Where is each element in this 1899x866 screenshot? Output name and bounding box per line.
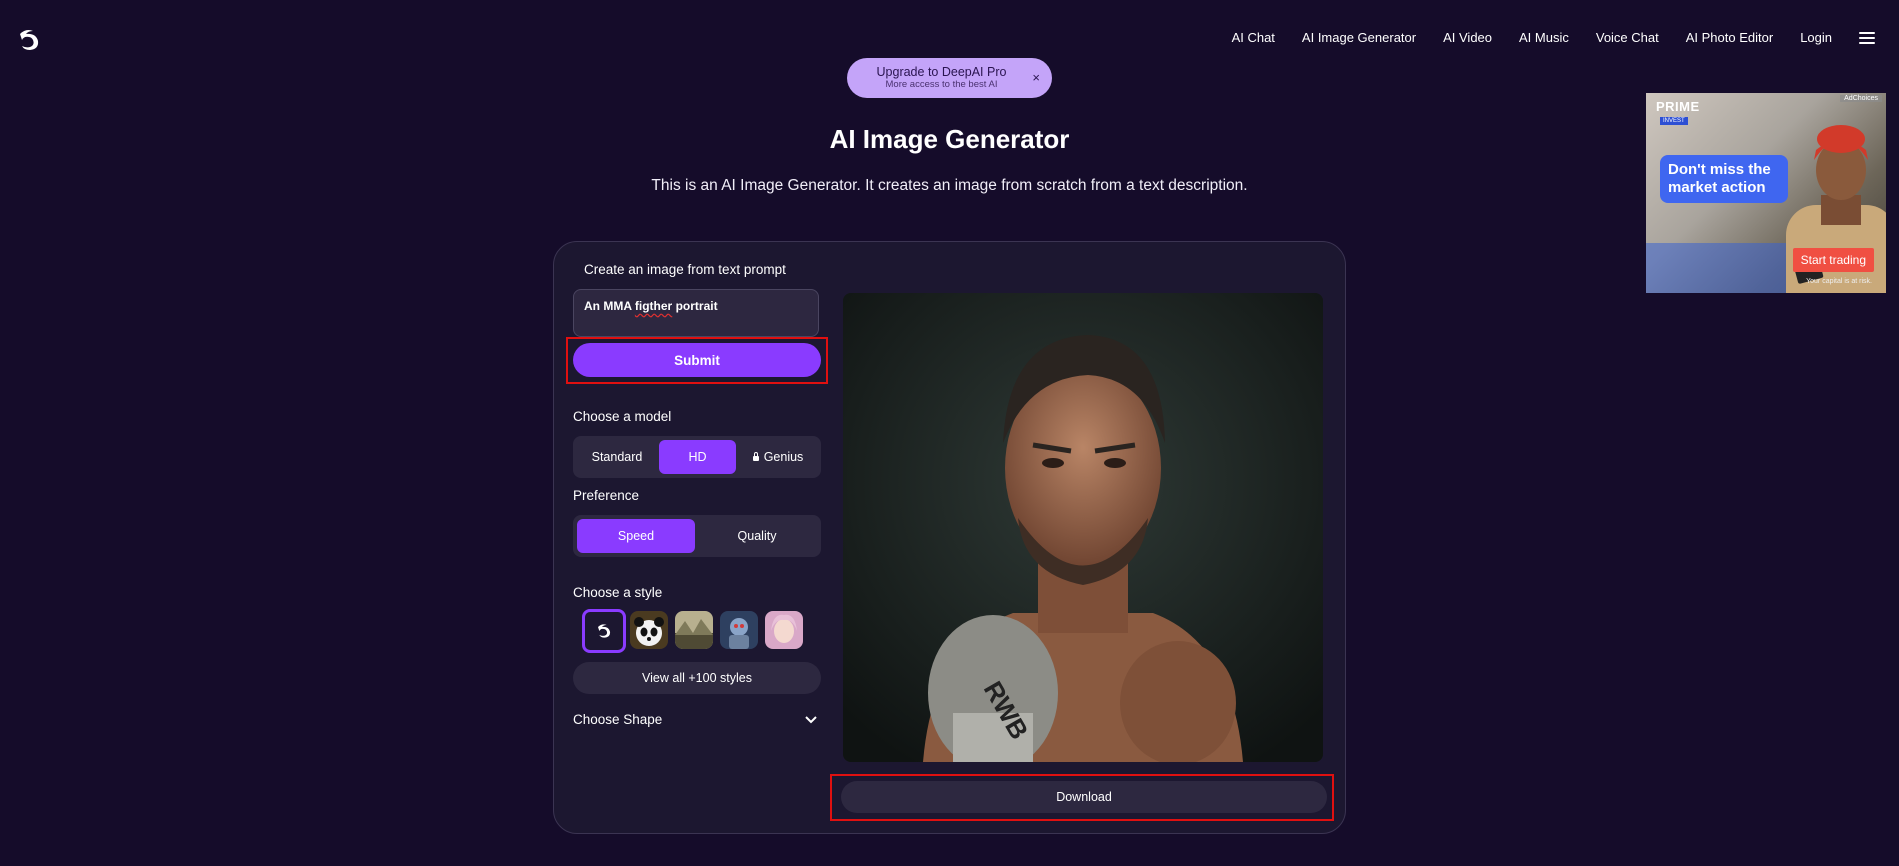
nav-ai-video[interactable]: AI Video bbox=[1443, 30, 1492, 45]
model-selector: Standard HD Genius bbox=[573, 436, 821, 478]
nav-ai-image-generator[interactable]: AI Image Generator bbox=[1302, 30, 1416, 45]
style-robot-thumb[interactable] bbox=[720, 611, 758, 649]
preference-selector: Speed Quality bbox=[573, 515, 821, 557]
deepai-logo-icon[interactable] bbox=[16, 28, 42, 52]
ad-fineprint: Your capital is at risk. bbox=[1806, 278, 1872, 285]
close-icon[interactable]: × bbox=[1032, 70, 1040, 85]
choose-shape-toggle[interactable]: Choose Shape bbox=[573, 712, 817, 727]
promo-subtitle: More access to the best AI bbox=[885, 79, 998, 90]
style-landscape-thumb[interactable] bbox=[675, 611, 713, 649]
model-genius-label: Genius bbox=[763, 450, 804, 464]
prompt-textarea[interactable]: An MMA figther portrait bbox=[573, 289, 819, 337]
upgrade-promo-banner[interactable]: Upgrade to DeepAI Pro More access to the… bbox=[847, 58, 1052, 98]
prompt-text-end: portrait bbox=[672, 299, 718, 313]
hamburger-menu-icon[interactable] bbox=[1859, 31, 1875, 44]
ad-headline: Don't miss the market action bbox=[1660, 155, 1788, 203]
nav-ai-chat[interactable]: AI Chat bbox=[1232, 30, 1275, 45]
chevron-down-icon[interactable] bbox=[805, 715, 817, 724]
page-title: AI Image Generator bbox=[829, 124, 1070, 154]
nav-ai-music[interactable]: AI Music bbox=[1519, 30, 1569, 45]
nav-voice-chat[interactable]: Voice Chat bbox=[1596, 30, 1659, 45]
promo-title: Upgrade to DeepAI Pro bbox=[876, 65, 1007, 79]
preference-label: Preference bbox=[573, 488, 640, 503]
model-hd[interactable]: HD bbox=[659, 440, 736, 474]
ad-brand-sub: INVEST bbox=[1660, 117, 1688, 125]
style-default-thumb[interactable] bbox=[582, 609, 626, 653]
prompt-misspelled-word: figther bbox=[634, 299, 673, 313]
model-standard[interactable]: Standard bbox=[577, 440, 657, 474]
nav-login[interactable]: Login bbox=[1800, 30, 1832, 45]
style-label: Choose a style bbox=[573, 585, 663, 600]
panda-image-icon bbox=[630, 611, 668, 649]
choose-shape-label: Choose Shape bbox=[573, 712, 663, 727]
ad-brand: PRIME bbox=[1656, 99, 1700, 114]
landscape-image-icon bbox=[675, 611, 713, 649]
model-label: Choose a model bbox=[573, 409, 672, 424]
advertisement[interactable]: PRIME INVEST AdChoices Don't miss the ma… bbox=[1646, 93, 1886, 293]
ad-cta-button[interactable]: Start trading bbox=[1792, 248, 1874, 272]
deepai-style-icon bbox=[598, 624, 611, 638]
generated-image[interactable]: RWB bbox=[843, 293, 1323, 762]
robot-image-icon bbox=[720, 611, 758, 649]
submit-button[interactable]: Submit bbox=[573, 343, 821, 377]
nav-ai-photo-editor[interactable]: AI Photo Editor bbox=[1686, 30, 1773, 45]
prompt-text-start: An MMA bbox=[584, 299, 635, 313]
lock-icon bbox=[752, 451, 759, 461]
preference-speed[interactable]: Speed bbox=[577, 519, 695, 553]
create-prompt-label: Create an image from text prompt bbox=[584, 262, 786, 277]
mma-fighter-image: RWB bbox=[843, 293, 1323, 762]
preference-quality[interactable]: Quality bbox=[697, 519, 817, 553]
download-button[interactable]: Download bbox=[841, 781, 1327, 813]
style-panda-thumb[interactable] bbox=[630, 611, 668, 649]
anime-girl-image-icon bbox=[765, 611, 803, 649]
model-genius[interactable]: Genius bbox=[739, 440, 817, 474]
top-nav: AI Chat AI Image Generator AI Video AI M… bbox=[1205, 30, 1875, 45]
style-anime-thumb[interactable] bbox=[765, 611, 803, 649]
view-all-styles-button[interactable]: View all +100 styles bbox=[573, 662, 821, 694]
adchoices-label[interactable]: AdChoices bbox=[1840, 95, 1882, 102]
page-subtitle: This is an AI Image Generator. It create… bbox=[651, 177, 1248, 194]
